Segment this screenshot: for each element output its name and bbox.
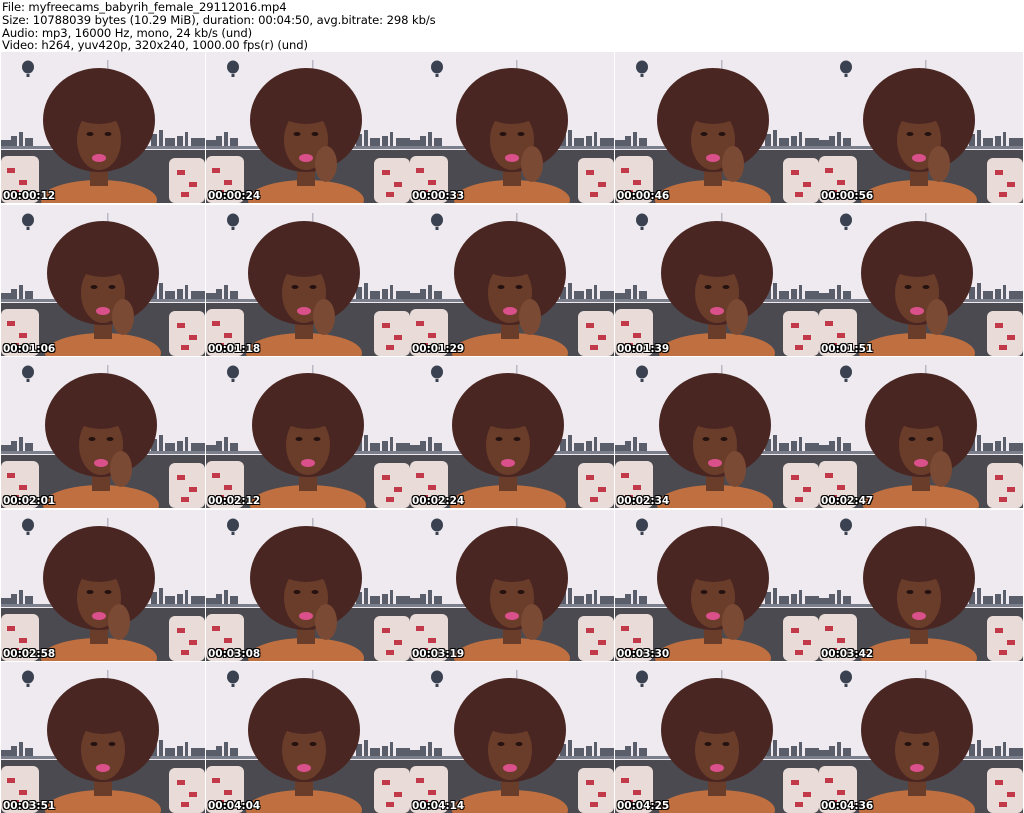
webcam-frame: [206, 662, 410, 813]
hand: [315, 604, 337, 640]
hand: [521, 146, 543, 182]
webcam-frame: [819, 52, 1023, 203]
webcam-frame: [819, 662, 1023, 813]
video-thumbnail: 00:03:42: [819, 510, 1023, 661]
thumbnail-timestamp: 00:02:58: [3, 648, 56, 660]
webcam-frame: [819, 510, 1023, 661]
hand: [313, 299, 335, 335]
thumbnail-timestamp: 00:01:51: [821, 343, 874, 355]
thumbnail-timestamp: 00:03:08: [208, 648, 261, 660]
video-thumbnail: 00:00:56: [819, 52, 1023, 203]
video-thumbnail: 00:01:51: [819, 205, 1023, 356]
thumbnail-timestamp: 00:01:06: [3, 343, 56, 355]
thumbnail-timestamp: 00:02:24: [412, 495, 465, 507]
thumbnail-timestamp: 00:01:29: [412, 343, 465, 355]
video-thumbnail: 00:04:14: [410, 662, 614, 813]
webcam-frame: [819, 205, 1023, 356]
video-thumbnail: 00:02:24: [410, 357, 614, 508]
webcam-frame: [615, 662, 819, 813]
webcam-frame: [1, 357, 205, 508]
thumbnail-timestamp: 00:04:25: [617, 800, 670, 812]
info-header: File: myfreecams_babyrih_female_29112016…: [0, 0, 1024, 52]
hand: [112, 299, 134, 335]
hand: [521, 604, 543, 640]
hand: [930, 451, 952, 487]
thumbnail-timestamp: 00:00:46: [617, 190, 670, 202]
hand: [926, 299, 948, 335]
hand: [722, 604, 744, 640]
thumbnail-timestamp: 00:02:12: [208, 495, 261, 507]
thumbnail-timestamp: 00:01:18: [208, 343, 261, 355]
thumbnail-timestamp: 00:00:56: [821, 190, 874, 202]
video-thumbnail: 00:03:51: [1, 662, 205, 813]
hand: [928, 146, 950, 182]
thumbnail-timestamp: 00:03:19: [412, 648, 465, 660]
video-thumbnail: 00:02:12: [206, 357, 410, 508]
thumbnail-grid: 00:00:12 00:00:24 00:00:33 00:00:46 00:00:56…: [0, 52, 1024, 813]
video-thumbnail: 00:00:24: [206, 52, 410, 203]
video-thumbnail: 00:00:46: [615, 52, 819, 203]
thumbnail-timestamp: 00:00:33: [412, 190, 465, 202]
video-thumbnail: 00:03:30: [615, 510, 819, 661]
thumbnail-timestamp: 00:01:39: [617, 343, 670, 355]
file-name-line: File: myfreecams_babyrih_female_29112016…: [2, 0, 287, 14]
video-thumbnail: 00:01:06: [1, 205, 205, 356]
video-thumbnail: 00:01:18: [206, 205, 410, 356]
webcam-frame: [819, 357, 1023, 508]
video-thumbnail: 00:02:47: [819, 357, 1023, 508]
thumbnail-timestamp: 00:03:51: [3, 800, 56, 812]
video-thumbnail: 00:04:36: [819, 662, 1023, 813]
webcam-frame: [410, 357, 614, 508]
hand: [726, 299, 748, 335]
hand: [108, 604, 130, 640]
thumbnail-timestamp: 00:04:14: [412, 800, 465, 812]
video-thumbnail: 00:02:34: [615, 357, 819, 508]
video-thumbnail: 00:03:08: [206, 510, 410, 661]
hand: [722, 146, 744, 182]
video-thumbnail: 00:00:12: [1, 52, 205, 203]
hand: [519, 299, 541, 335]
thumbnail-timestamp: 00:04:04: [208, 800, 261, 812]
thumbnail-timestamp: 00:03:30: [617, 648, 670, 660]
webcam-frame: [1, 510, 205, 661]
thumbnail-timestamp: 00:03:42: [821, 648, 874, 660]
video-thumbnail: 00:04:04: [206, 662, 410, 813]
webcam-frame: [615, 52, 819, 203]
webcam-frame: [206, 510, 410, 661]
webcam-frame: [615, 205, 819, 356]
file-size-line: Size: 10788039 bytes (10.29 MiB), durati…: [2, 12, 436, 27]
video-thumbnail: 00:01:29: [410, 205, 614, 356]
thumbnail-timestamp: 00:00:24: [208, 190, 261, 202]
hand: [724, 451, 746, 487]
thumbnail-timestamp: 00:02:01: [3, 495, 56, 507]
thumbnail-timestamp: 00:02:34: [617, 495, 670, 507]
webcam-frame: [206, 357, 410, 508]
video-thumbnail: 00:00:33: [410, 52, 614, 203]
hand: [110, 451, 132, 487]
webcam-frame: [1, 662, 205, 813]
webcam-frame: [615, 357, 819, 508]
thumbnail-timestamp: 00:00:12: [3, 190, 56, 202]
video-thumbnail: 00:02:58: [1, 510, 205, 661]
webcam-frame: [615, 510, 819, 661]
video-thumbnail: 00:01:39: [615, 205, 819, 356]
video-thumbnail: 00:04:25: [615, 662, 819, 813]
webcam-frame: [1, 52, 205, 203]
video-thumbnail: 00:02:01: [1, 357, 205, 508]
webcam-frame: [410, 52, 614, 203]
hand: [315, 146, 337, 182]
webcam-frame: [410, 205, 614, 356]
webcam-frame: [206, 205, 410, 356]
webcam-frame: [206, 52, 410, 203]
webcam-frame: [1, 205, 205, 356]
thumbnail-timestamp: 00:04:36: [821, 800, 874, 812]
webcam-frame: [410, 662, 614, 813]
webcam-frame: [410, 510, 614, 661]
video-info-line: Video: h264, yuv420p, 320x240, 1000.00 f…: [2, 38, 308, 53]
thumbnail-timestamp: 00:02:47: [821, 495, 874, 507]
video-thumbnail: 00:03:19: [410, 510, 614, 661]
